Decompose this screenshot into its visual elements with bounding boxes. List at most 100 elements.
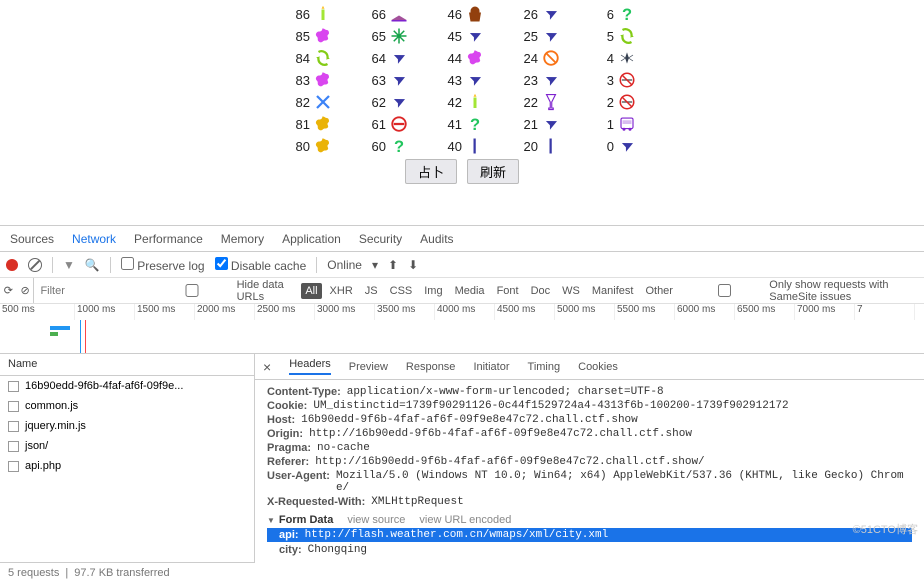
tab-sources[interactable]: Sources	[10, 232, 54, 246]
grid-cell: 25	[516, 27, 560, 45]
name-column-header[interactable]: Name	[0, 354, 254, 376]
dtab-headers[interactable]: Headers	[289, 358, 331, 375]
devtools-tabs: Sources Network Performance Memory Applicati…	[0, 226, 924, 252]
filter-js[interactable]: JS	[361, 283, 382, 299]
tab-security[interactable]: Security	[359, 232, 402, 246]
nosign-icon	[542, 49, 560, 67]
request-item[interactable]: api.php	[0, 456, 254, 476]
line-icon	[466, 137, 484, 155]
close-icon[interactable]: ×	[263, 359, 271, 375]
plane-icon	[542, 115, 560, 133]
grid-cell: 3	[592, 71, 636, 89]
dtab-timing[interactable]: Timing	[528, 361, 561, 373]
noentry-icon	[390, 115, 408, 133]
filter-other[interactable]: Other	[641, 283, 677, 299]
grid-cell: 6	[592, 5, 636, 23]
grid-cell: 83	[288, 71, 332, 89]
line-icon	[542, 137, 560, 155]
grid-cell: 65	[364, 27, 408, 45]
plane-icon	[390, 93, 408, 111]
candle-icon	[314, 5, 332, 23]
type-filter: All XHRJSCSSImg MediaFontDocWSManifestOthe…	[301, 283, 677, 299]
x-b-icon	[314, 93, 332, 111]
plane-icon	[542, 5, 560, 23]
filter-bar: ⟳ ⊘ Hide data URLs All XHRJSCSSImg MediaFo…	[0, 278, 924, 304]
headers-content: Content-Type:application/x-www-form-urle…	[255, 380, 924, 584]
filter-ws[interactable]: WS	[558, 283, 584, 299]
record-button[interactable]	[6, 259, 18, 271]
grid-cell: 43	[440, 71, 484, 89]
plane-icon	[466, 27, 484, 45]
grid-cell: 61	[364, 115, 408, 133]
timeline-ticks: 500 ms1000 ms1500 ms2000 ms2500 ms3000 m…	[0, 304, 924, 320]
filter-all[interactable]: All	[301, 283, 321, 299]
bag-icon	[466, 5, 484, 23]
cycle-icon	[618, 27, 636, 45]
dtab-initiator[interactable]: Initiator	[473, 361, 509, 373]
reload-icon[interactable]: ⟳	[4, 284, 13, 297]
grid-cell: 81	[288, 115, 332, 133]
bus-icon	[618, 115, 636, 133]
network-toolbar: ▼ 🔍 Preserve log Disable cache Online ▾ …	[0, 252, 924, 278]
filter-input[interactable]	[34, 283, 144, 299]
grid-cell: 60	[364, 137, 408, 155]
filter-img[interactable]: Img	[420, 283, 446, 299]
cycle-icon	[314, 49, 332, 67]
grid-cell: 2	[592, 93, 636, 111]
request-item[interactable]: 16b90edd-9f6b-4faf-af6f-09f9e...	[0, 376, 254, 396]
q-icon	[618, 5, 636, 23]
grid-cell: 44	[440, 49, 484, 67]
splat-p-icon	[314, 27, 332, 45]
filter-css[interactable]: CSS	[386, 283, 417, 299]
filter-media[interactable]: Media	[451, 283, 489, 299]
grid-cell: 1	[592, 115, 636, 133]
tab-audits[interactable]: Audits	[420, 232, 453, 246]
plane-icon	[390, 71, 408, 89]
timeline[interactable]: 500 ms1000 ms1500 ms2000 ms2500 ms3000 m…	[0, 304, 924, 354]
online-select[interactable]: Online	[327, 258, 362, 272]
status-footer: 5 requests | 97.7 KB transferred	[0, 562, 255, 584]
clear-button[interactable]	[28, 258, 42, 272]
grid-cell: 5	[592, 27, 636, 45]
tab-network[interactable]: Network	[72, 232, 116, 246]
star-g-icon	[390, 27, 408, 45]
tab-memory[interactable]: Memory	[221, 232, 264, 246]
search-icon[interactable]: 🔍	[85, 258, 100, 272]
grid-cell: 63	[364, 71, 408, 89]
hide-data-urls-checkbox[interactable]: Hide data URLs	[150, 279, 295, 303]
nosmoking-icon	[618, 93, 636, 111]
q-icon	[466, 115, 484, 133]
grid-cell: 26	[516, 5, 560, 23]
filter-font[interactable]: Font	[493, 283, 523, 299]
filter-toggle-icon[interactable]: ▼	[63, 258, 75, 272]
splat-p-icon	[466, 49, 484, 67]
request-item[interactable]: json/	[0, 436, 254, 456]
refresh-button[interactable]: 刷新	[467, 159, 519, 184]
grid-cell: 24	[516, 49, 560, 67]
grid-cell: 86	[288, 5, 332, 23]
filter-manifest[interactable]: Manifest	[588, 283, 638, 299]
stop-icon[interactable]: ⊘	[20, 284, 29, 297]
download-throttle-icon[interactable]: ⬇	[408, 258, 418, 272]
grid-cell: 46	[440, 5, 484, 23]
divination-button[interactable]: 占卜	[405, 159, 457, 184]
mosq-icon	[618, 49, 636, 67]
dtab-response[interactable]: Response	[406, 361, 456, 373]
filter-doc[interactable]: Doc	[527, 283, 555, 299]
splat-p-icon	[314, 71, 332, 89]
q-icon	[390, 137, 408, 155]
filter-xhr[interactable]: XHR	[326, 283, 357, 299]
samesite-checkbox[interactable]: Only show requests with SameSite issues	[683, 279, 924, 303]
upload-throttle-icon[interactable]: ⬆	[388, 258, 398, 272]
disable-cache-checkbox[interactable]: Disable cache	[215, 257, 307, 273]
grid-cell: 41	[440, 115, 484, 133]
dtab-preview[interactable]: Preview	[349, 361, 388, 373]
tab-performance[interactable]: Performance	[134, 232, 203, 246]
dtab-cookies[interactable]: Cookies	[578, 361, 618, 373]
request-item[interactable]: jquery.min.js	[0, 416, 254, 436]
tab-application[interactable]: Application	[282, 232, 341, 246]
grid-cell: 62	[364, 93, 408, 111]
preserve-log-checkbox[interactable]: Preserve log	[121, 257, 205, 273]
grid-cell: 23	[516, 71, 560, 89]
request-item[interactable]: common.js	[0, 396, 254, 416]
